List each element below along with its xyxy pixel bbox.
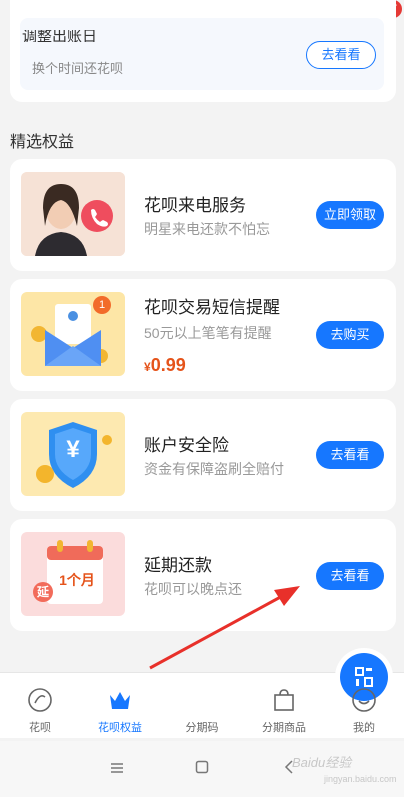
price-currency: ¥ <box>144 360 151 374</box>
tab-label: 分期码 <box>185 722 219 734</box>
tab-installment-goods[interactable]: 分期商品 <box>244 673 324 739</box>
repayment-date-subtitle: 换个时间还花呗 <box>32 61 124 76</box>
benefit-subtitle: 资金有保障盗刷全赔付 <box>144 461 284 477</box>
benefit-subtitle: 花呗可以晚点还 <box>144 581 242 597</box>
baidu-watermark: Baidu经验 <box>292 755 352 770</box>
deferral-badge: 延 <box>36 585 49 599</box>
bottom-tab-bar: 花呗 花呗权益 分期码 分期商品 我的 <box>0 653 404 739</box>
notification-count-badge: 1 <box>93 296 111 314</box>
calendar-icon: 延 1个月 <box>21 532 125 616</box>
crown-icon <box>110 692 130 709</box>
price-value: 0.99 <box>150 355 186 375</box>
smiley-icon <box>352 688 376 712</box>
huabei-icon <box>28 688 52 712</box>
shield-yen-symbol: ¥ <box>66 436 80 463</box>
view-insurance-button[interactable]: 去看看 <box>316 441 384 469</box>
benefit-card-call-service[interactable]: 花呗来电服务 明星来电还款不怕忘 立即领取 <box>10 159 396 271</box>
view-repayment-date-button[interactable]: 去看看 <box>306 41 376 69</box>
benefit-title: 账户安全险 <box>144 436 229 455</box>
tab-huabei-benefits[interactable]: 花呗权益 <box>80 673 160 739</box>
home-icon[interactable] <box>195 760 209 774</box>
menu-icon[interactable] <box>110 761 124 775</box>
benefit-price: ¥0.99 <box>144 355 186 376</box>
tab-label: 分期商品 <box>262 722 306 734</box>
shopping-bag-icon <box>274 689 294 711</box>
view-deferred-repayment-button[interactable]: 去看看 <box>316 562 384 590</box>
benefit-card-sms-reminder[interactable]: 1 花呗交易短信提醒 50元以上笔笔有提醒 ¥0.99 去购买 <box>10 279 396 391</box>
tab-label: 花呗权益 <box>98 722 142 734</box>
benefit-title: 花呗来电服务 <box>144 196 246 215</box>
repayment-date-title: 调整出账日 <box>22 30 98 42</box>
tab-installment-code[interactable]: 分期码 <box>162 653 388 739</box>
calendar-text: 1个月 <box>59 572 95 588</box>
sms-envelope-icon: 1 <box>21 292 125 376</box>
tab-huabei[interactable]: 花呗 <box>0 673 80 739</box>
baidu-watermark-url: jingyan.baidu.com <box>324 774 397 784</box>
benefit-subtitle: 50元以上笔笔有提醒 <box>144 325 272 341</box>
buy-sms-reminder-button[interactable]: 去购买 <box>316 321 384 349</box>
tab-mine[interactable]: 我的 <box>324 673 404 739</box>
tab-label: 我的 <box>353 722 375 734</box>
benefit-title: 花呗交易短信提醒 <box>144 298 280 317</box>
section-title: 精选权益 <box>10 134 75 151</box>
benefit-card-account-insurance[interactable]: ¥ 账户安全险 资金有保障盗刷全赔付 去看看 <box>10 399 396 511</box>
claim-call-service-button[interactable]: 立即领取 <box>316 201 384 229</box>
yen-shield-icon: ¥ <box>21 412 125 496</box>
tab-label: 花呗 <box>29 722 51 734</box>
celebrity-phone-icon <box>21 172 125 256</box>
benefit-subtitle: 明星来电还款不怕忘 <box>144 221 270 237</box>
benefit-card-deferred-repayment[interactable]: 延 1个月 延期还款 花呗可以晚点还 去看看 <box>10 519 396 631</box>
benefit-title: 延期还款 <box>144 556 212 575</box>
